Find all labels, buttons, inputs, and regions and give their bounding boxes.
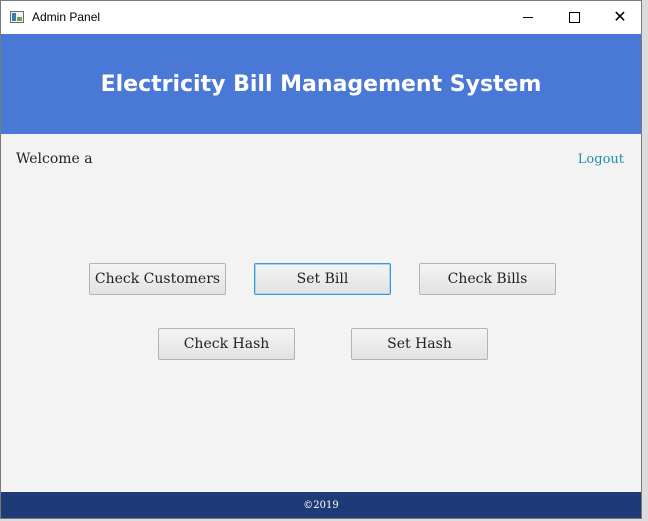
set-hash-button[interactable]: Set Hash	[351, 328, 488, 360]
app-header: Electricity Bill Management System	[1, 34, 641, 134]
check-customers-button[interactable]: Check Customers	[89, 263, 226, 295]
close-icon: ✕	[613, 8, 627, 26]
check-hash-button[interactable]: Check Hash	[158, 328, 295, 360]
main-content: Welcome a Logout Check Customers Set Bil…	[1, 134, 641, 492]
title-bar[interactable]: Admin Panel ✕	[1, 1, 641, 34]
set-bill-button[interactable]: Set Bill	[254, 263, 391, 295]
page-title: Electricity Bill Management System	[100, 71, 542, 97]
copyright-text: ©2019	[303, 499, 339, 511]
minimize-button[interactable]	[505, 1, 551, 34]
welcome-label: Welcome a	[16, 151, 93, 167]
admin-panel-window: Admin Panel ✕ Electricity Bill Managemen…	[0, 0, 642, 519]
check-bills-button[interactable]: Check Bills	[419, 263, 556, 295]
app-window-icon	[10, 11, 24, 23]
logout-link[interactable]: Logout	[578, 152, 624, 167]
footer-bar: ©2019	[1, 492, 641, 518]
maximize-icon	[568, 12, 580, 23]
window-title: Admin Panel	[32, 10, 101, 24]
close-button[interactable]: ✕	[597, 1, 643, 34]
minimize-icon	[523, 17, 533, 18]
maximize-button[interactable]	[551, 1, 597, 34]
